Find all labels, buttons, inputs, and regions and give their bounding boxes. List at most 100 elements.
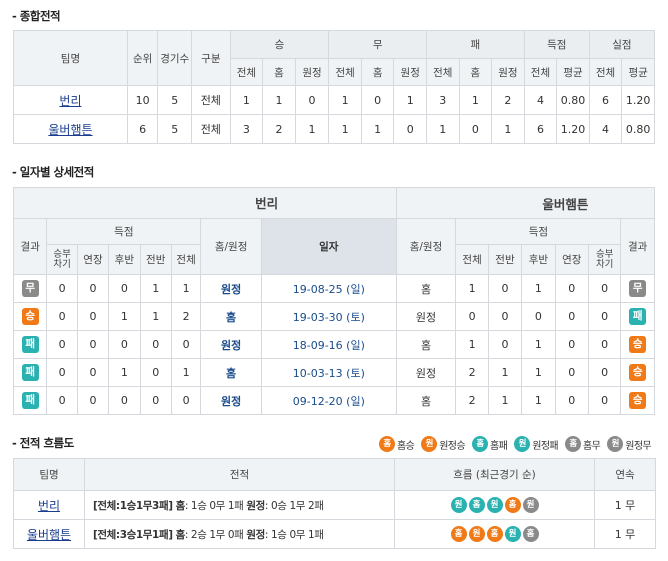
result-badge: 패 bbox=[629, 308, 647, 325]
score-cell: 0 bbox=[139, 330, 172, 359]
record-home: : 1승 0무 1패 bbox=[184, 499, 244, 512]
date-cell: 09-12-20 (일) bbox=[260, 386, 397, 415]
home-away-cell: 원정 bbox=[200, 274, 262, 303]
home-away-cell: 홈 bbox=[395, 330, 457, 359]
table-row: 패 0 0 0 0 0 원정 09-12-20 (일) 홈 2 1 1 0 0 승 bbox=[12, 386, 655, 415]
match-date-link[interactable]: 19-08-25 (일) bbox=[293, 283, 365, 296]
daily-home-team: 번리 bbox=[255, 196, 279, 211]
team-cell: 울버햄튼 bbox=[13, 519, 85, 549]
header-streak: 연속 bbox=[594, 458, 656, 491]
subheader-all: 전체 bbox=[328, 58, 362, 86]
result-badge: 패 bbox=[21, 336, 39, 353]
header-rank: 순위 bbox=[126, 30, 159, 86]
record-home-label: 홈 bbox=[175, 528, 186, 541]
home-away-cell: 원정 bbox=[200, 386, 262, 415]
header-total: 전체 bbox=[170, 244, 202, 275]
team-link-burnley[interactable]: 번리 bbox=[59, 94, 81, 108]
legend-item: 홈 홈승 bbox=[378, 436, 415, 452]
score-cell: 0 bbox=[587, 358, 622, 387]
trend-circle-icon: 홈 bbox=[504, 497, 521, 513]
type-cell: 전체 bbox=[191, 114, 231, 144]
table-row: 패 0 0 1 0 1 홈 10-03-13 (토) 원정 2 1 1 0 0 승 bbox=[12, 358, 655, 387]
legend-circle-icon: 원 bbox=[421, 436, 438, 452]
score-cell: 0 bbox=[139, 358, 172, 387]
score-cell: 1 bbox=[487, 386, 523, 415]
record-away: : 1승 0무 1패 bbox=[264, 528, 324, 541]
header-home-away: 홈/원정 bbox=[395, 218, 457, 275]
record-away-label: 원정 bbox=[246, 499, 265, 512]
score-cell: 0 bbox=[76, 274, 110, 303]
rank-cell: 6 bbox=[126, 114, 159, 144]
record-total: [전체:1승1무3패] bbox=[93, 499, 173, 512]
score-cell: 1 bbox=[108, 302, 141, 331]
home-away-cell: 원정 bbox=[395, 358, 457, 387]
cell: 2 bbox=[262, 114, 296, 144]
subheader-home: 홈 bbox=[458, 58, 493, 86]
legend-label: 홈승 bbox=[397, 440, 415, 452]
table-row: 패 0 0 0 0 0 원정 18-09-16 (일) 홈 1 0 1 0 0 승 bbox=[12, 330, 655, 359]
team-link[interactable]: 울버햄튼 bbox=[27, 528, 71, 542]
streak-cell: 1 무 bbox=[594, 490, 656, 520]
match-date-link[interactable]: 10-03-13 (토) bbox=[293, 367, 365, 380]
header-result: 결과 bbox=[12, 218, 48, 275]
cell: 0 bbox=[294, 85, 330, 115]
score-cell: 0 bbox=[554, 386, 589, 415]
legend-label: 홈패 bbox=[490, 440, 508, 452]
team-link[interactable]: 번리 bbox=[38, 499, 60, 513]
legend-item: 원 원정패 bbox=[513, 436, 559, 452]
legend-item: 홈 홈무 bbox=[564, 436, 601, 452]
subheader-home: 홈 bbox=[360, 58, 395, 86]
home-away-label: 홈 bbox=[226, 366, 237, 380]
header-total: 전체 bbox=[455, 244, 489, 275]
cell: 1 bbox=[328, 114, 362, 144]
subheader-away: 원정 bbox=[294, 58, 330, 86]
cell: 3 bbox=[426, 85, 460, 115]
score-cell: 0 bbox=[487, 274, 523, 303]
table-row: 번리 10 5 전체 1 1 0 1 0 1 3 1 2 4 0.80 6 1.… bbox=[13, 85, 655, 115]
overall-section-title: 종합전적 bbox=[12, 8, 61, 24]
home-away-cell: 원정 bbox=[200, 330, 262, 359]
result-cell: 패 bbox=[12, 358, 48, 387]
score-cell: 1 bbox=[521, 274, 556, 303]
date-cell: 19-08-25 (일) bbox=[260, 274, 397, 303]
cell: 1 bbox=[294, 114, 330, 144]
trend-circle-icon: 홈 bbox=[450, 526, 467, 542]
header-h1: 전반 bbox=[487, 244, 523, 275]
games-cell: 5 bbox=[157, 85, 192, 115]
score-cell: 0 bbox=[487, 330, 523, 359]
cell: 1.20 bbox=[621, 85, 655, 115]
cell: 0 bbox=[458, 114, 493, 144]
header-loss: 패 bbox=[426, 30, 525, 59]
header-scored: 득점 bbox=[46, 218, 202, 245]
match-date-link[interactable]: 19-03-30 (토) bbox=[293, 311, 365, 324]
score-cell: 0 bbox=[554, 358, 589, 387]
score-cell: 0 bbox=[487, 302, 523, 331]
legend-circle-icon: 원 bbox=[607, 436, 624, 452]
table-row: 울버햄튼 [전체:3승1무1패] 홈: 2승 1무 0패 원정: 1승 0무 1패… bbox=[13, 519, 656, 549]
score-cell: 0 bbox=[139, 386, 172, 415]
trend-circle-icon: 홈 bbox=[486, 526, 503, 542]
score-cell: 0 bbox=[46, 274, 78, 303]
score-cell: 0 bbox=[108, 330, 141, 359]
result-cell: 승 bbox=[620, 330, 655, 359]
date-cell: 10-03-13 (토) bbox=[260, 358, 397, 387]
result-cell: 패 bbox=[12, 330, 48, 359]
score-cell: 1 bbox=[521, 358, 556, 387]
cell: 1 bbox=[426, 114, 460, 144]
home-away-label: 원정 bbox=[220, 394, 242, 408]
subheader-avg: 평균 bbox=[556, 58, 590, 86]
cell: 1 bbox=[360, 114, 395, 144]
trend-circle-icon: 홈 bbox=[522, 526, 539, 542]
header-conceded: 실점 bbox=[588, 30, 656, 59]
trend-legend: 홈 홈승 원 원정승 홈 홈패 원 원정패 홈 홈무 원 원정무 bbox=[372, 436, 652, 452]
match-date-link[interactable]: 18-09-16 (일) bbox=[293, 339, 365, 352]
cell: 4 bbox=[523, 85, 558, 115]
header-pk: 승부 차기 bbox=[587, 244, 622, 275]
score-cell: 0 bbox=[170, 330, 202, 359]
match-date-link[interactable]: 09-12-20 (일) bbox=[293, 395, 365, 408]
cell: 1 bbox=[328, 85, 362, 115]
result-cell: 무 bbox=[620, 274, 655, 303]
header-et: 연장 bbox=[554, 244, 589, 275]
record-home-label: 홈 bbox=[175, 499, 186, 512]
team-link-wolves[interactable]: 울버햄튼 bbox=[48, 123, 92, 137]
